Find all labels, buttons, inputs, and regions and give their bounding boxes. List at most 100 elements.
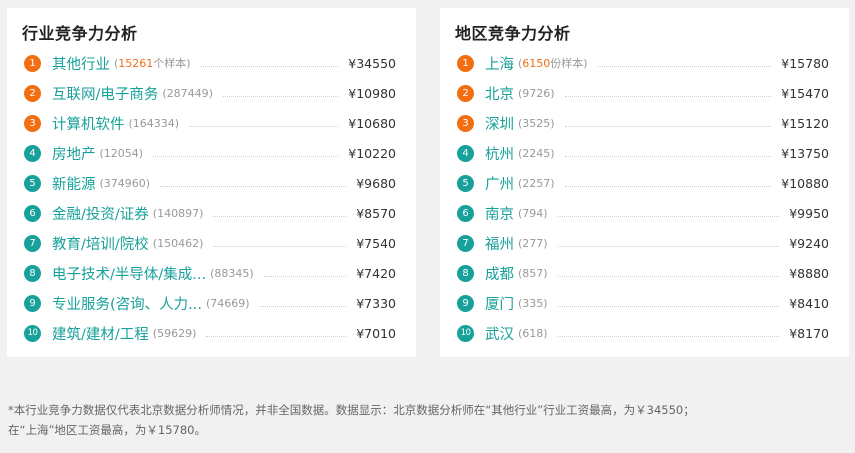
- salary-value: ¥7330: [356, 295, 396, 311]
- salary-value: ¥8880: [789, 265, 829, 281]
- dotted-leader: [564, 155, 772, 157]
- region-rank-row: 10 武汉 (618) ¥8170: [457, 318, 829, 348]
- rank-badge: 7: [457, 234, 474, 252]
- rank-badge: 10: [457, 324, 474, 342]
- footnote-line-2: 在“上海”地区工资最高，为￥15780。: [8, 423, 206, 437]
- region-rank-list: 1 上海 (6150份样本) ¥15780 2 北京 (9726) ¥15470 3 深圳 (352…: [457, 48, 829, 348]
- dotted-leader: [557, 335, 780, 337]
- industry-rank-row: 2 互联网/电子商务 (287449) ¥10980: [24, 78, 396, 108]
- region-name-link[interactable]: 广州: [485, 173, 514, 194]
- dotted-leader: [206, 335, 347, 337]
- sample-count: (374960): [99, 176, 151, 190]
- industry-name-link[interactable]: 其他行业: [52, 53, 110, 74]
- dotted-leader: [259, 305, 347, 307]
- sample-suffix: 个样本: [153, 57, 187, 70]
- region-name-link[interactable]: 北京: [485, 83, 514, 104]
- footnote-line-1: *本行业竞争力数据仅代表北京数据分析师情况，并非全国数据。数据显示：北京数据分析…: [8, 403, 695, 417]
- industry-rank-row: 8 电子技术/半导体/集成... (88345) ¥7420: [24, 258, 396, 288]
- salary-value: ¥8410: [789, 295, 829, 311]
- region-name-link[interactable]: 杭州: [485, 143, 514, 164]
- industry-competitiveness-panel: 行业竞争力分析 1 其他行业 (15261个样本) ¥34550 2 互联网/电子商务 (2…: [7, 8, 416, 357]
- industry-rank-row: 7 教育/培训/院校 (150462) ¥7540: [24, 228, 396, 258]
- sample-count: (9726): [518, 86, 555, 100]
- footnote: *本行业竞争力数据仅代表北京数据分析师情况，并非全国数据。数据显示：北京数据分析…: [8, 400, 848, 440]
- region-panel-title: 地区竞争力分析: [455, 24, 571, 43]
- salary-value: ¥9950: [789, 205, 829, 221]
- industry-rank-list: 1 其他行业 (15261个样本) ¥34550 2 互联网/电子商务 (287449) ¥1…: [24, 48, 396, 348]
- region-rank-row: 8 成都 (857) ¥8880: [457, 258, 829, 288]
- industry-name-link[interactable]: 互联网/电子商务: [52, 83, 158, 104]
- industry-rank-row: 1 其他行业 (15261个样本) ¥34550: [24, 48, 396, 78]
- sample-count: (12054): [99, 146, 144, 160]
- salary-value: ¥10880: [781, 175, 829, 191]
- industry-rank-row: 4 房地产 (12054) ¥10220: [24, 138, 396, 168]
- sample-count-number: 6150: [522, 57, 551, 70]
- salary-value: ¥13750: [781, 145, 829, 161]
- sample-count: (3525): [518, 116, 555, 130]
- salary-value: ¥15120: [781, 115, 829, 131]
- sample-count-number: 15261: [118, 57, 154, 70]
- sample-count-number: 2245: [522, 146, 551, 160]
- rank-badge: 9: [457, 294, 474, 312]
- sample-count: (88345): [210, 266, 254, 280]
- rank-badge: 1: [24, 54, 41, 72]
- industry-name-link[interactable]: 新能源: [52, 173, 96, 194]
- rank-badge: 4: [24, 144, 41, 162]
- industry-rank-row: 10 建筑/建材/工程 (59629) ¥7010: [24, 318, 396, 348]
- rank-badge: 6: [24, 204, 41, 222]
- salary-value: ¥34550: [348, 55, 396, 71]
- industry-name-link[interactable]: 计算机软件: [52, 113, 125, 134]
- sample-count: (140897): [152, 206, 204, 220]
- industry-panel-title: 行业竞争力分析: [22, 24, 138, 43]
- dotted-leader: [213, 245, 347, 247]
- industry-rank-row: 5 新能源 (374960) ¥9680: [24, 168, 396, 198]
- rank-badge: 10: [24, 324, 41, 342]
- sample-count-number: 794: [522, 206, 544, 220]
- region-rank-row: 2 北京 (9726) ¥15470: [457, 78, 829, 108]
- region-name-link[interactable]: 南京: [485, 203, 514, 224]
- region-name-link[interactable]: 福州: [485, 233, 514, 254]
- salary-value: ¥9680: [356, 175, 396, 191]
- dotted-leader: [263, 275, 347, 277]
- dotted-leader: [564, 125, 772, 127]
- region-name-link[interactable]: 武汉: [485, 323, 514, 344]
- sample-count: (2245): [518, 146, 555, 160]
- sample-count: (794): [518, 206, 548, 220]
- sample-count-number: 12054: [103, 146, 139, 160]
- industry-name-link[interactable]: 房地产: [52, 143, 96, 164]
- dotted-leader: [564, 185, 772, 187]
- region-rank-row: 9 厦门 (335) ¥8410: [457, 288, 829, 318]
- sample-count: (2257): [518, 176, 555, 190]
- dotted-leader: [557, 275, 780, 277]
- rank-badge: 7: [24, 234, 41, 252]
- sample-count-number: 140897: [157, 206, 200, 220]
- industry-name-link[interactable]: 建筑/建材/工程: [52, 323, 149, 344]
- region-name-link[interactable]: 上海: [485, 53, 514, 74]
- sample-count-number: 59629: [157, 326, 193, 340]
- industry-name-link[interactable]: 电子技术/半导体/集成...: [52, 263, 206, 284]
- sample-count-number: 287449: [166, 86, 209, 100]
- salary-value: ¥15780: [781, 55, 829, 71]
- dotted-leader: [557, 215, 780, 217]
- sample-count: (59629): [152, 326, 197, 340]
- rank-badge: 8: [24, 264, 41, 282]
- salary-value: ¥15470: [781, 85, 829, 101]
- region-name-link[interactable]: 厦门: [485, 293, 514, 314]
- industry-name-link[interactable]: 教育/培训/院校: [52, 233, 149, 254]
- dotted-leader: [557, 245, 780, 247]
- region-rank-row: 1 上海 (6150份样本) ¥15780: [457, 48, 829, 78]
- region-name-link[interactable]: 深圳: [485, 113, 514, 134]
- rank-badge: 9: [24, 294, 41, 312]
- salary-value: ¥8570: [356, 205, 396, 221]
- salary-value: ¥7540: [356, 235, 396, 251]
- salary-value: ¥7420: [356, 265, 396, 281]
- region-name-link[interactable]: 成都: [485, 263, 514, 284]
- sample-count-number: 9726: [522, 86, 551, 100]
- industry-name-link[interactable]: 金融/投资/证券: [52, 203, 149, 224]
- industry-name-link[interactable]: 专业服务(咨询、人力...: [52, 293, 202, 314]
- rank-badge: 2: [457, 84, 474, 102]
- region-rank-row: 4 杭州 (2245) ¥13750: [457, 138, 829, 168]
- sample-count-number: 618: [522, 326, 544, 340]
- region-rank-row: 6 南京 (794) ¥9950: [457, 198, 829, 228]
- region-rank-row: 7 福州 (277) ¥9240: [457, 228, 829, 258]
